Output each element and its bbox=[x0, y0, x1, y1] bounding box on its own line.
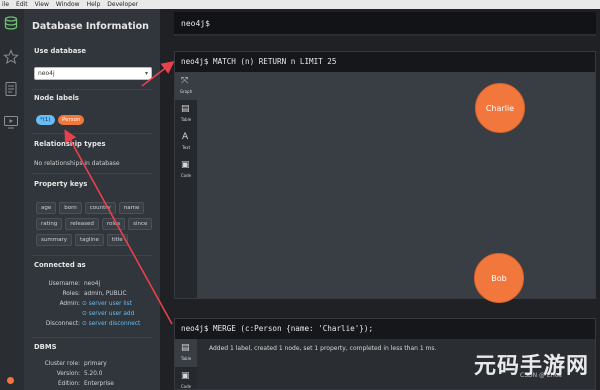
database-icon[interactable] bbox=[3, 15, 19, 31]
property-keys-list: age born country name rating released ro… bbox=[36, 202, 154, 246]
tab-code-label: Code bbox=[180, 384, 192, 389]
no-relationships-text: No relationships in database bbox=[34, 160, 120, 167]
property-key[interactable]: age bbox=[36, 202, 57, 214]
chevron-down-icon: ▾ bbox=[144, 70, 148, 77]
star-icon[interactable] bbox=[3, 49, 19, 65]
neo4j-browser-window: ile Edit View Window Help Developer Data… bbox=[0, 0, 600, 390]
roles-key: Roles: bbox=[62, 291, 80, 297]
admin-links: ⊙ server user add bbox=[82, 311, 134, 317]
edition-key: Edition: bbox=[57, 381, 80, 387]
property-key[interactable]: country bbox=[84, 202, 116, 214]
tab-text-label: Text bbox=[181, 145, 191, 150]
property-key[interactable]: since bbox=[128, 218, 153, 230]
property-key[interactable]: summary bbox=[36, 234, 72, 246]
label-badge-person[interactable]: Person bbox=[58, 115, 85, 125]
frame-header: neo4j$ MERGE (c:Person {name: 'Charlie'}… bbox=[175, 319, 595, 339]
tab-table[interactable]: ▤ Table bbox=[175, 100, 197, 128]
dbms-label: DBMS bbox=[34, 343, 57, 351]
property-key[interactable]: born bbox=[59, 202, 82, 214]
property-key[interactable]: rating bbox=[36, 218, 63, 230]
tab-table-label: Table bbox=[180, 117, 192, 122]
node-labels-label: Node labels bbox=[34, 94, 79, 102]
disconnect-key: Disconnect: bbox=[45, 321, 80, 327]
version-value: 5.20.0 bbox=[84, 371, 103, 377]
text-icon: A bbox=[182, 132, 189, 142]
property-key[interactable]: roles bbox=[101, 218, 126, 230]
cluster-role-key: Cluster role: bbox=[44, 361, 80, 367]
document-icon[interactable] bbox=[3, 81, 19, 97]
tab-code[interactable]: ▣ Code bbox=[175, 156, 197, 184]
menu-help[interactable]: Help bbox=[87, 0, 101, 9]
menu-developer[interactable]: Developer bbox=[107, 0, 138, 9]
menu-window[interactable]: Window bbox=[56, 0, 80, 9]
divider bbox=[32, 133, 152, 134]
menu-bar: ile Edit View Window Help Developer bbox=[0, 0, 600, 9]
frame-query[interactable]: neo4j$ MERGE (c:Person {name: 'Charlie'}… bbox=[181, 324, 373, 333]
divider bbox=[32, 173, 152, 174]
edition-value: Enterprise bbox=[84, 381, 114, 387]
frame-view-tabs: ⤧ Graph ▤ Table A Text ▣ Code bbox=[175, 72, 197, 298]
cluster-role-value: primary bbox=[84, 361, 107, 367]
tab-table-label: Table bbox=[180, 356, 192, 361]
database-select[interactable]: neo4j ▾ bbox=[34, 67, 152, 80]
menu-file[interactable]: ile bbox=[2, 0, 9, 9]
property-key[interactable]: released bbox=[65, 218, 99, 230]
tab-graph-label: Graph bbox=[179, 89, 193, 94]
play-icon: ⊙ bbox=[82, 311, 87, 317]
use-database-label: Use database bbox=[34, 47, 86, 55]
graph-node-bob[interactable]: Bob bbox=[474, 253, 524, 303]
play-icon: ⊙ bbox=[82, 301, 87, 307]
divider bbox=[32, 337, 152, 338]
tab-graph[interactable]: ⤧ Graph bbox=[175, 72, 197, 100]
drawer-title: Database Information bbox=[32, 21, 149, 32]
disconnect-links: ⊙ server disconnect bbox=[82, 321, 140, 327]
tab-code-label: Code bbox=[180, 173, 192, 178]
graph-icon: ⤧ bbox=[181, 76, 189, 86]
connected-as-label: Connected as bbox=[34, 261, 86, 269]
table-icon: ▤ bbox=[181, 104, 190, 114]
tab-table[interactable]: ▤ Table bbox=[175, 339, 197, 367]
divider bbox=[32, 89, 152, 90]
database-select-value: neo4j bbox=[38, 70, 55, 77]
query-editor[interactable]: neo4j$ bbox=[174, 12, 596, 36]
tab-code[interactable]: ▣ Code bbox=[175, 367, 197, 390]
graph-canvas[interactable]: Charlie Bob bbox=[197, 72, 595, 303]
database-information-drawer: Database Information Use database neo4j … bbox=[24, 9, 160, 390]
server-disconnect-link[interactable]: server disconnect bbox=[89, 321, 141, 327]
icon-rail bbox=[0, 9, 24, 390]
roles-value: admin, PUBLIC bbox=[84, 291, 127, 297]
divider bbox=[32, 255, 152, 256]
label-badge-all[interactable]: *(1) bbox=[36, 115, 55, 125]
tab-text[interactable]: A Text bbox=[175, 128, 197, 156]
code-icon: ▣ bbox=[181, 371, 190, 381]
frame-view-tabs: ▤ Table ▣ Code bbox=[175, 339, 197, 389]
server-user-add-link[interactable]: server user add bbox=[89, 311, 135, 317]
version-key: Version: bbox=[56, 371, 80, 377]
username-key: Username: bbox=[48, 281, 80, 287]
relationship-types-label: Relationship types bbox=[34, 140, 106, 148]
username-value: neo4j bbox=[84, 281, 101, 287]
play-icon: ⊙ bbox=[82, 321, 87, 327]
property-key[interactable]: name bbox=[118, 202, 145, 214]
server-user-list-link[interactable]: server user list bbox=[89, 301, 132, 307]
property-key[interactable]: tagline bbox=[74, 234, 104, 246]
result-frame-graph: neo4j$ MATCH (n) RETURN n LIMIT 25 ⤧ Gra… bbox=[174, 51, 596, 303]
menu-edit[interactable]: Edit bbox=[16, 0, 28, 9]
graph-node-charlie[interactable]: Charlie bbox=[475, 83, 525, 133]
property-keys-label: Property keys bbox=[34, 180, 88, 188]
frame-header: neo4j$ MATCH (n) RETURN n LIMIT 25 bbox=[175, 52, 595, 72]
result-summary-message: Added 1 label, created 1 node, set 1 pro… bbox=[209, 345, 437, 352]
main-stream: neo4j$ neo4j$ MATCH (n) RETURN n LIMIT 2… bbox=[160, 9, 600, 390]
watermark-sub: CSDN @ Erica bbox=[520, 372, 562, 379]
status-dot-icon bbox=[7, 377, 14, 384]
frame-query[interactable]: neo4j$ MATCH (n) RETURN n LIMIT 25 bbox=[181, 57, 336, 66]
admin-links: ⊙ server user list bbox=[82, 301, 132, 307]
code-icon: ▣ bbox=[181, 160, 190, 170]
editor-prompt: neo4j$ bbox=[181, 19, 210, 28]
menu-view[interactable]: View bbox=[35, 0, 49, 9]
property-key[interactable]: title bbox=[106, 234, 128, 246]
monitor-icon[interactable] bbox=[3, 114, 19, 130]
table-icon: ▤ bbox=[181, 343, 190, 353]
admin-key: Admin: bbox=[59, 301, 80, 307]
